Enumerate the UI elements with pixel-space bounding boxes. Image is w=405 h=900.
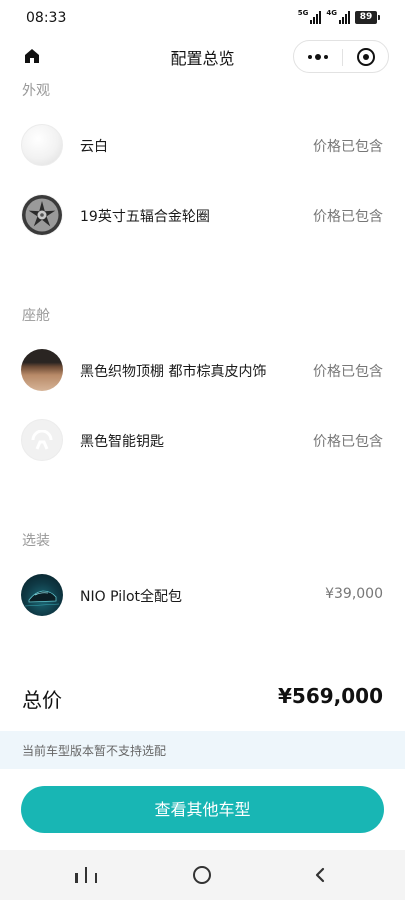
- config-item-label: 黑色织物顶棚 都市棕真皮内饰: [80, 364, 267, 380]
- config-item-label: 云白: [80, 139, 108, 155]
- config-item-price: 价格已包含: [313, 209, 383, 225]
- status-time: 08:33: [26, 10, 67, 26]
- network-label-4g: 4G: [326, 9, 337, 17]
- config-row-wheel[interactable]: 19英寸五辐合金轮圈 价格已包含: [0, 188, 405, 244]
- back-icon[interactable]: [310, 865, 330, 885]
- config-row-key[interactable]: 黑色智能钥匙 价格已包含: [0, 413, 405, 469]
- network-label-5g: 5G: [297, 9, 309, 17]
- home-icon[interactable]: [22, 46, 42, 66]
- config-item-price: 价格已包含: [313, 139, 383, 155]
- section-title-options: 选装: [22, 533, 50, 549]
- mini-program-capsule: [293, 40, 389, 73]
- config-item-label: 黑色智能钥匙: [80, 434, 164, 450]
- config-row-paint[interactable]: 云白 价格已包含: [0, 118, 405, 174]
- section-title-exterior: 外观: [22, 83, 50, 99]
- status-indicators: 5G 4G 89: [298, 10, 380, 24]
- config-item-label: NIO Pilot全配包: [80, 589, 183, 605]
- config-row-pilot[interactable]: NIO Pilot全配包 ¥39,000: [0, 568, 405, 624]
- pilot-car-image: [21, 574, 63, 616]
- signal-5g-icon: 5G: [298, 10, 322, 24]
- system-nav-bar: [0, 850, 405, 900]
- wheel-image: [21, 194, 63, 236]
- nav-bar: 配置总览: [0, 36, 405, 76]
- close-target-icon[interactable]: [343, 41, 389, 72]
- more-icon[interactable]: [294, 41, 342, 72]
- interior-swatch: [21, 349, 63, 391]
- config-item-label: 19英寸五辐合金轮圈: [80, 209, 210, 225]
- white-paint-swatch: [21, 124, 63, 166]
- config-item-price: 价格已包含: [313, 364, 383, 380]
- recent-apps-icon[interactable]: [75, 867, 97, 883]
- signal-4g-icon: 4G: [326, 10, 350, 24]
- status-bar: 08:33 5G 4G 89: [0, 0, 405, 36]
- view-other-models-button[interactable]: 查看其他车型: [21, 786, 384, 833]
- nio-logo-key: [21, 419, 63, 461]
- system-home-icon[interactable]: [193, 866, 211, 884]
- section-title-cabin: 座舱: [22, 308, 50, 324]
- total-label: 总价: [22, 688, 62, 712]
- config-item-price: ¥39,000: [325, 586, 383, 602]
- total-price: ¥569,000: [277, 684, 383, 708]
- notice-banner: 当前车型版本暂不支持选配: [0, 731, 405, 769]
- config-row-interior[interactable]: 黑色织物顶棚 都市棕真皮内饰 价格已包含: [0, 343, 405, 399]
- battery-icon: 89: [355, 10, 380, 24]
- config-overview-page: 08:33 5G 4G 89 配置总览 外观 云白 价格已包含 19英寸五辐合金…: [0, 0, 405, 900]
- config-item-price: 价格已包含: [313, 434, 383, 450]
- notice-text: 当前车型版本暂不支持选配: [22, 744, 167, 758]
